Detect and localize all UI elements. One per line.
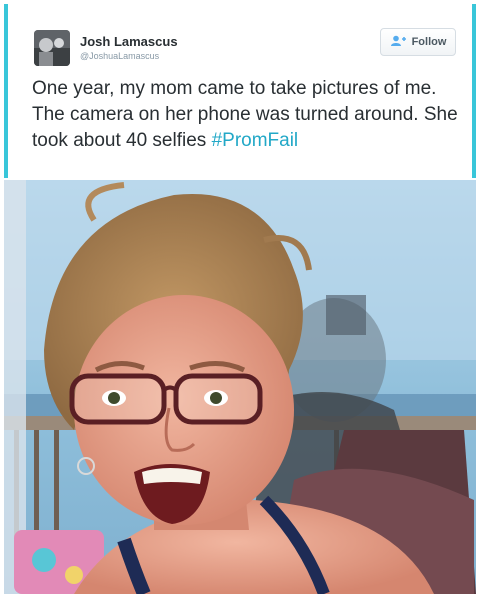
tweet-text: One year, my mom came to take pictures o… (32, 76, 462, 154)
hashtag-link[interactable]: #PromFail (212, 130, 299, 151)
follow-label: Follow (411, 36, 447, 48)
author-handle[interactable]: @JoshuaLamascus (80, 51, 159, 61)
selfie-photo (4, 180, 476, 594)
author-name[interactable]: Josh Lamascus (80, 34, 178, 49)
add-user-icon (390, 35, 406, 50)
avatar[interactable] (34, 30, 70, 66)
tweet-card: Josh Lamascus @JoshuaLamascus Follow One… (4, 4, 476, 178)
selfie-illustration (4, 180, 476, 594)
follow-button[interactable]: Follow (380, 28, 456, 56)
avatar-image (34, 30, 70, 66)
